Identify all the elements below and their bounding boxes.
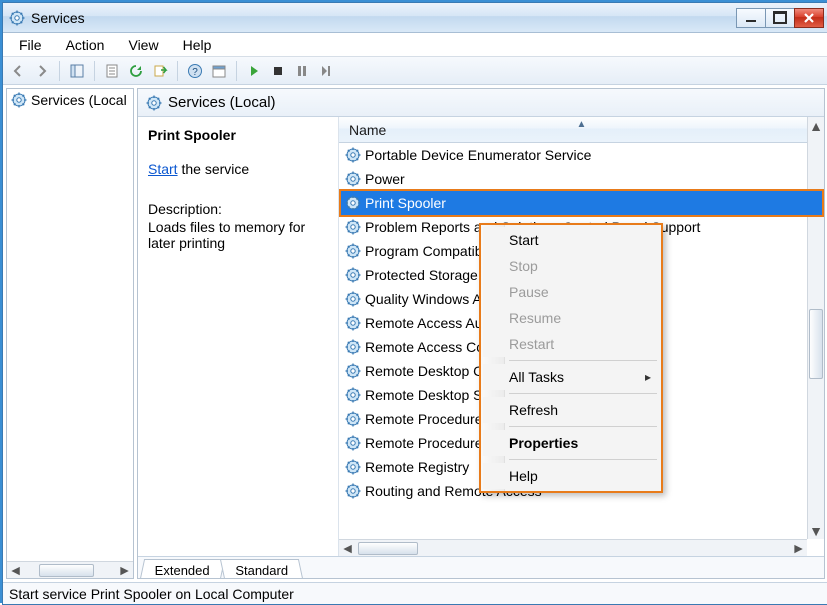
scrollbar-thumb[interactable] [358,542,418,555]
stop-service-button[interactable] [267,60,289,82]
export-button[interactable] [149,60,171,82]
gear-icon [345,387,361,403]
service-row[interactable]: Print Spooler [339,189,824,217]
pause-service-button[interactable] [291,60,313,82]
service-name: Remote Registry [365,459,469,475]
column-header-label: Name [349,122,386,138]
selected-service-name: Print Spooler [148,127,326,143]
scrollbar-thumb[interactable] [39,564,94,577]
menu-separator [509,393,657,394]
menu-file[interactable]: File [9,35,52,55]
scroll-up-icon[interactable]: ▲ [808,117,824,134]
service-row[interactable]: Power [339,167,824,191]
details-pane-header: Services (Local) [138,89,824,117]
service-name: Portable Device Enumerator Service [365,147,591,163]
gear-icon [146,95,162,111]
start-link[interactable]: Start [148,161,178,177]
show-hide-tree-button[interactable] [66,60,88,82]
main-area: Services (Local ◄ ► Services (Local) Pri… [3,85,827,582]
maximize-button[interactable] [765,8,795,28]
gear-icon [9,10,25,26]
gear-icon [11,92,27,108]
sort-ascending-icon: ▲ [577,119,587,130]
list-vertical-scrollbar[interactable]: ▲ ▼ [807,117,824,539]
svg-text:?: ? [192,67,198,78]
context-menu-item: Stop [483,253,659,279]
properties-button[interactable] [101,60,123,82]
scrollbar-thumb[interactable] [809,309,823,379]
scroll-down-icon[interactable]: ▼ [808,522,824,539]
context-menu: StartStopPauseResumeRestart All Tasks Refr… [479,223,663,493]
gear-icon [345,243,361,259]
gear-icon [345,411,361,427]
context-menu-item[interactable]: All Tasks [483,364,659,390]
context-menu-item: Resume [483,305,659,331]
context-menu-item[interactable]: Help [483,463,659,489]
context-menu-item: Restart [483,331,659,357]
restart-service-button[interactable] [315,60,337,82]
gear-icon [345,363,361,379]
service-detail-column: Print Spooler Start the service Descript… [138,117,338,556]
details-pane-title: Services (Local) [168,94,276,111]
gear-icon [345,459,361,475]
title-bar[interactable]: Services [3,3,827,33]
close-button[interactable] [794,8,824,28]
context-menu-item[interactable]: Refresh [483,397,659,423]
view-tabs: Extended Standard [138,556,824,578]
scroll-right-icon[interactable]: ► [116,563,133,578]
tree-horizontal-scrollbar[interactable]: ◄ ► [7,561,133,578]
gear-icon [345,339,361,355]
gear-icon [345,483,361,499]
status-text: Start service Print Spooler on Local Com… [9,586,294,602]
menu-action[interactable]: Action [56,35,115,55]
back-button[interactable] [7,60,29,82]
context-menu-item[interactable]: Properties [483,430,659,456]
toolbar: ? [3,57,827,85]
tree-root-label: Services (Local [31,92,127,108]
gear-icon [345,219,361,235]
service-name: Protected Storage [365,267,478,283]
minimize-button[interactable] [736,8,766,28]
scroll-left-icon[interactable]: ◄ [339,541,356,556]
forward-button[interactable] [31,60,53,82]
list-horizontal-scrollbar[interactable]: ◄ ► [339,539,807,556]
menu-view[interactable]: View [118,35,168,55]
scroll-right-icon[interactable]: ► [790,541,807,556]
start-suffix: the service [178,161,250,177]
calendar-icon[interactable] [208,60,230,82]
description-label: Description: [148,201,326,217]
gear-icon [345,195,361,211]
gear-icon [345,267,361,283]
services-window: Services File Action View Help ? [2,2,827,605]
tab-standard[interactable]: Standard [220,559,303,579]
name-column-header[interactable]: Name ▲ [339,117,824,143]
tab-extended[interactable]: Extended [140,559,225,579]
help-button[interactable]: ? [184,60,206,82]
gear-icon [345,171,361,187]
service-name: Print Spooler [365,195,446,211]
status-bar: Start service Print Spooler on Local Com… [3,582,827,604]
service-name: Power [365,171,405,187]
description-text: Loads files to memory for later printing [148,219,326,251]
window-title: Services [31,10,85,26]
gear-icon [345,435,361,451]
gear-icon [345,291,361,307]
tree-root-item[interactable]: Services (Local [7,89,133,111]
gear-icon [345,147,361,163]
menu-separator [509,426,657,427]
menu-help[interactable]: Help [173,35,222,55]
menu-separator [509,459,657,460]
gear-icon [345,315,361,331]
menu-bar: File Action View Help [3,33,827,57]
console-tree-pane: Services (Local ◄ ► [6,88,134,579]
start-service-button[interactable] [243,60,265,82]
scroll-left-icon[interactable]: ◄ [7,563,24,578]
context-menu-item: Pause [483,279,659,305]
service-row[interactable]: Portable Device Enumerator Service [339,143,824,167]
menu-separator [509,360,657,361]
refresh-button[interactable] [125,60,147,82]
context-menu-item[interactable]: Start [483,227,659,253]
